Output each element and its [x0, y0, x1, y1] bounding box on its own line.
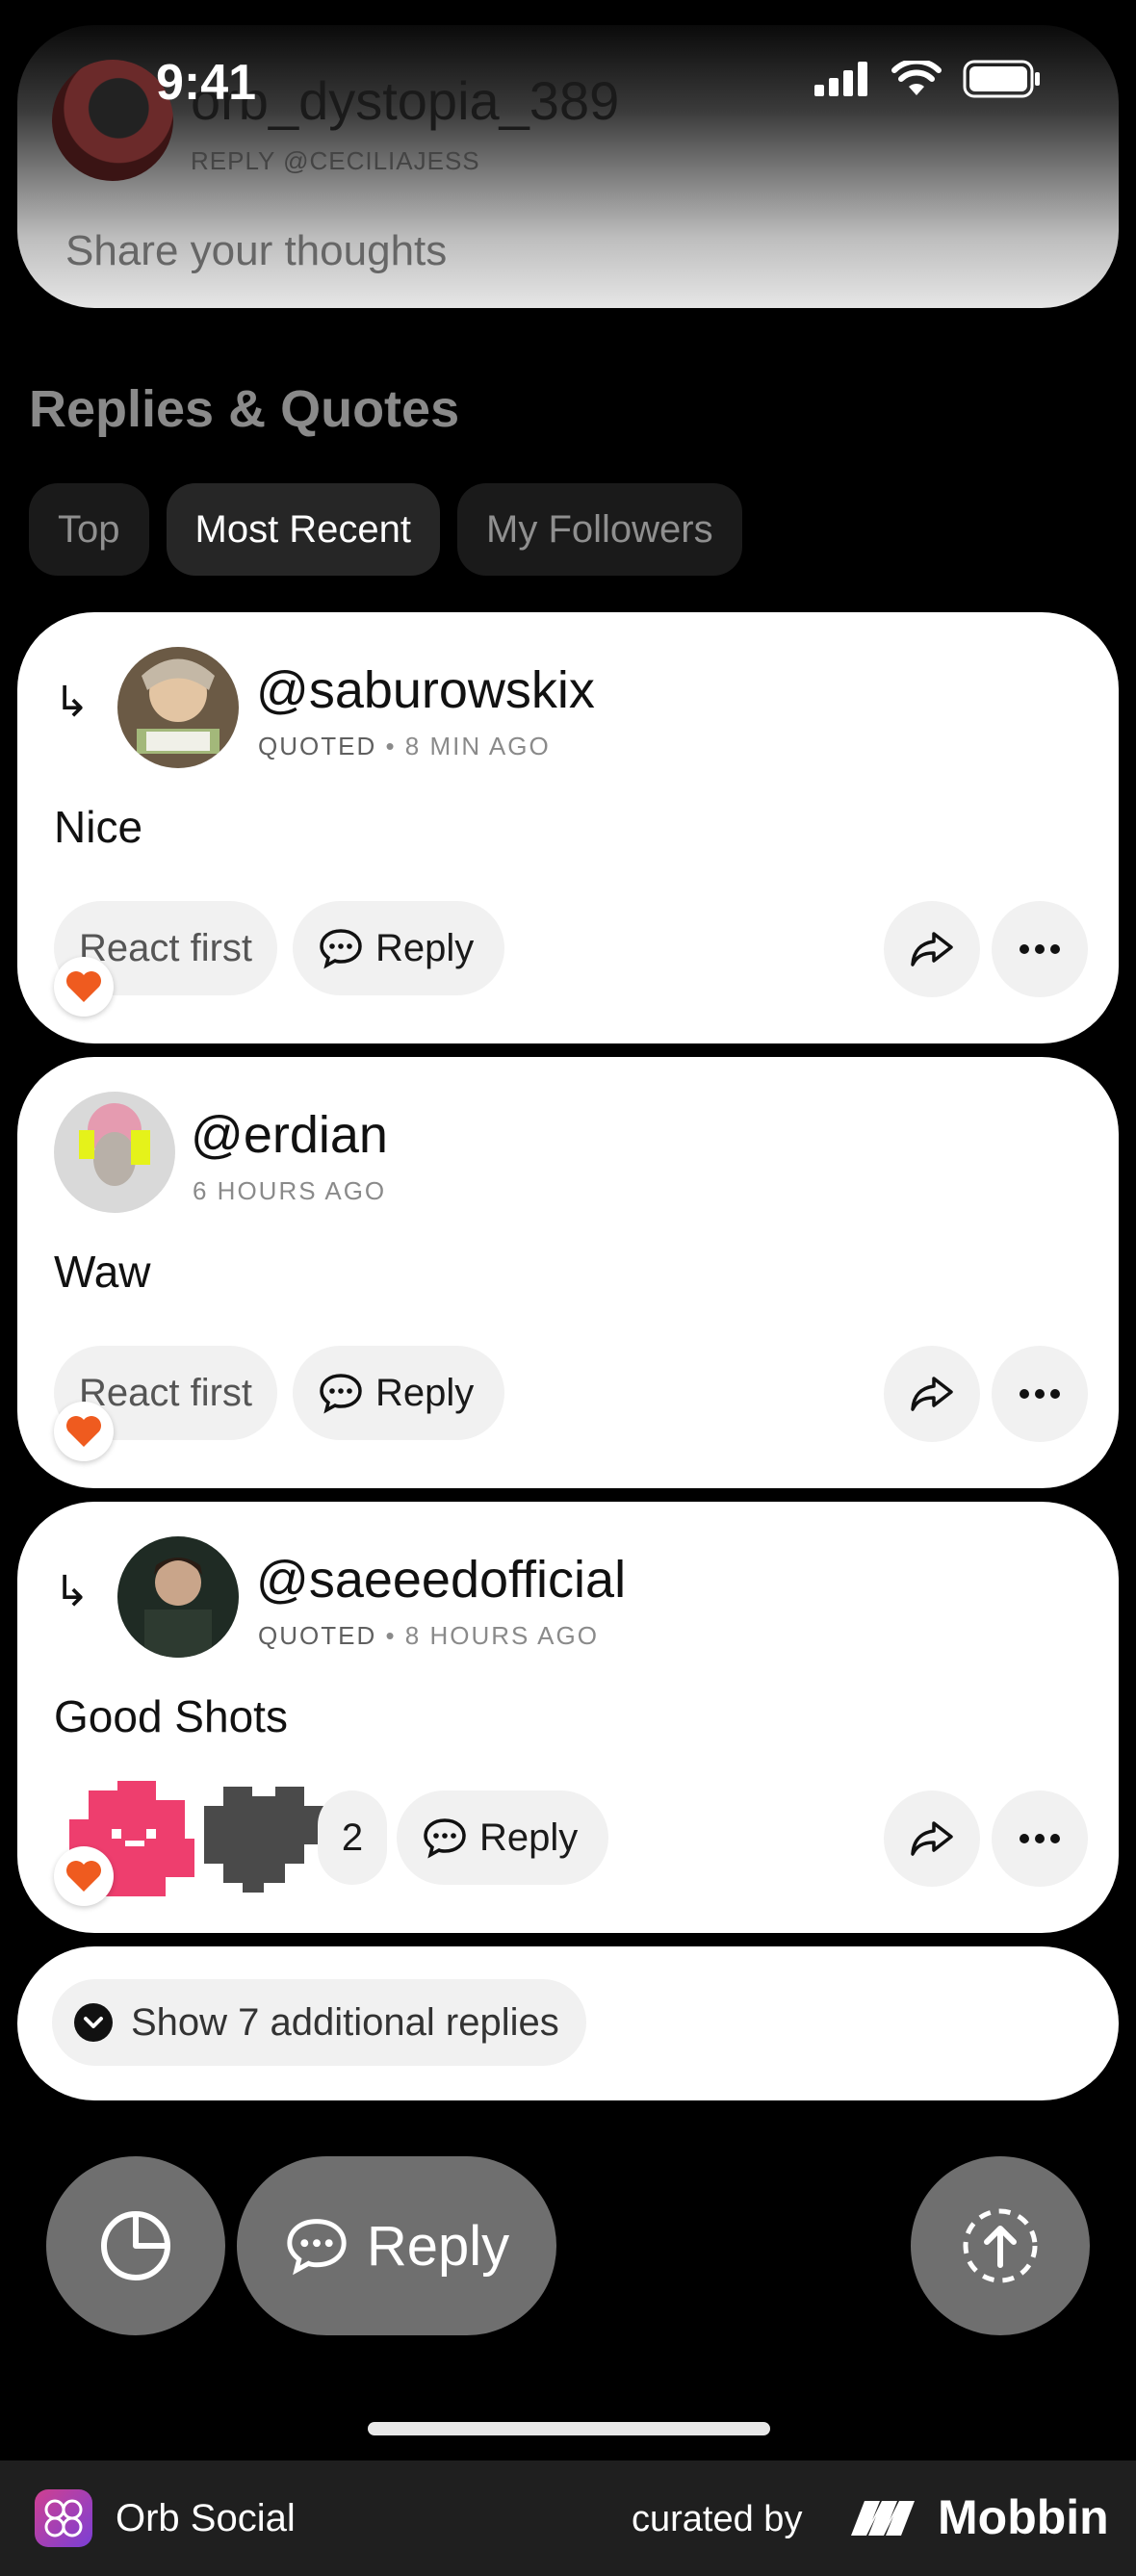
react-first-label: React first	[79, 926, 253, 969]
react-first-label: React first	[79, 1371, 253, 1414]
quote-arrow-icon: ↳	[54, 679, 90, 726]
status-icons	[814, 60, 1042, 98]
mobbin-logo-icon	[851, 2501, 915, 2536]
heart-icon	[54, 1846, 114, 1906]
reply-label: Reply	[375, 1371, 475, 1414]
heart-icon	[54, 957, 114, 1017]
mobbin-brand: Mobbin	[851, 2489, 1109, 2545]
more-options-button[interactable]	[992, 901, 1088, 997]
more-icon	[1020, 944, 1060, 954]
post-text: Waw	[54, 1247, 151, 1297]
timer-button[interactable]	[46, 2156, 225, 2335]
reply-button[interactable]: Reply	[397, 1790, 609, 1885]
post-meta: 6 HOURS AGO	[193, 1176, 386, 1206]
more-options-button[interactable]	[992, 1346, 1088, 1442]
app-logo-icon	[35, 2489, 92, 2547]
reply-main-label: Reply	[366, 2214, 510, 2278]
status-time: 9:41	[156, 55, 257, 111]
share-icon	[911, 932, 953, 966]
post-text: Good Shots	[54, 1691, 288, 1741]
pie-chart-icon	[101, 2211, 170, 2280]
post-time: 6 HOURS AGO	[193, 1176, 387, 1205]
post-meta: QUOTED • 8 MIN AGO	[258, 732, 551, 761]
dark-heart-sticker-icon	[204, 1787, 323, 1893]
chat-bubble-icon	[320, 929, 362, 969]
upload-dashed-icon	[963, 2208, 1038, 2283]
post-handle[interactable]: @saeeedofficial	[256, 1550, 626, 1610]
reply-main-button[interactable]: Reply	[237, 2156, 556, 2335]
more-icon	[1020, 1834, 1060, 1843]
post-meta: QUOTED • 8 HOURS AGO	[258, 1621, 599, 1651]
reply-label: Reply	[479, 1816, 579, 1859]
chat-bubble-icon	[424, 1818, 466, 1859]
post-card[interactable]: ↳ @saburowskix QUOTED • 8 MIN AGO Nice R…	[17, 612, 1119, 1043]
home-indicator[interactable]	[368, 2422, 770, 2435]
avatar[interactable]	[117, 647, 239, 768]
reaction-count-value: 2	[341, 1816, 364, 1859]
reply-label: Reply	[375, 926, 475, 969]
more-options-button[interactable]	[992, 1790, 1088, 1887]
tab-most-recent[interactable]: Most Recent	[166, 483, 441, 576]
post-card[interactable]: @erdian 6 HOURS AGO Waw React first Repl…	[17, 1057, 1119, 1488]
show-more-card: Show 7 additional replies	[17, 1946, 1119, 2100]
meta-separator: •	[385, 732, 405, 760]
reply-button[interactable]: Reply	[293, 901, 505, 995]
share-button[interactable]	[884, 1346, 980, 1442]
tab-top[interactable]: Top	[29, 483, 149, 576]
share-icon	[911, 1377, 953, 1411]
avatar[interactable]	[117, 1536, 239, 1658]
chat-bubble-icon	[320, 1374, 362, 1414]
post-text: Nice	[54, 802, 143, 852]
thoughts-input[interactable]: Share your thoughts	[65, 227, 447, 275]
show-more-button[interactable]: Show 7 additional replies	[52, 1979, 586, 2066]
share-button[interactable]	[884, 901, 980, 997]
share-icon	[911, 1821, 953, 1856]
mobbin-label: Mobbin	[938, 2490, 1109, 2544]
footer-curated-by: curated by	[632, 2499, 803, 2539]
footer-app-name: Orb Social	[116, 2497, 296, 2539]
tab-my-followers[interactable]: My Followers	[457, 483, 742, 576]
post-handle[interactable]: @saburowskix	[256, 660, 595, 720]
post-time: 8 MIN AGO	[404, 732, 551, 760]
post-handle[interactable]: @erdian	[191, 1105, 388, 1165]
avatar[interactable]	[54, 1092, 175, 1213]
show-more-label: Show 7 additional replies	[131, 2000, 559, 2044]
filter-tabs: Top Most Recent My Followers	[29, 483, 742, 576]
share-button[interactable]	[884, 1790, 980, 1887]
reply-button[interactable]: Reply	[293, 1346, 505, 1440]
battery-icon	[963, 60, 1040, 98]
signal-icon	[814, 62, 867, 96]
wifi-icon	[891, 61, 942, 95]
reply-to-label: REPLY @CECILIAJESS	[191, 146, 480, 175]
chevron-down-icon	[74, 2003, 113, 2042]
heart-icon	[54, 1402, 114, 1461]
post-card[interactable]: ↳ @saeeedofficial QUOTED • 8 HOURS AGO G…	[17, 1502, 1119, 1933]
meta-separator: •	[385, 1621, 405, 1650]
more-icon	[1020, 1389, 1060, 1399]
post-time: 8 HOURS AGO	[404, 1621, 599, 1650]
quoted-label: QUOTED	[258, 732, 377, 760]
quoted-label: QUOTED	[258, 1621, 377, 1650]
section-title: Replies & Quotes	[29, 380, 460, 438]
quote-arrow-icon: ↳	[54, 1568, 90, 1615]
reaction-count[interactable]: 2	[318, 1790, 387, 1885]
footer-bar: Orb Social curated by Mobbin	[0, 2460, 1136, 2576]
chat-bubble-icon	[287, 2219, 347, 2276]
quote-upload-button[interactable]	[911, 2156, 1090, 2335]
